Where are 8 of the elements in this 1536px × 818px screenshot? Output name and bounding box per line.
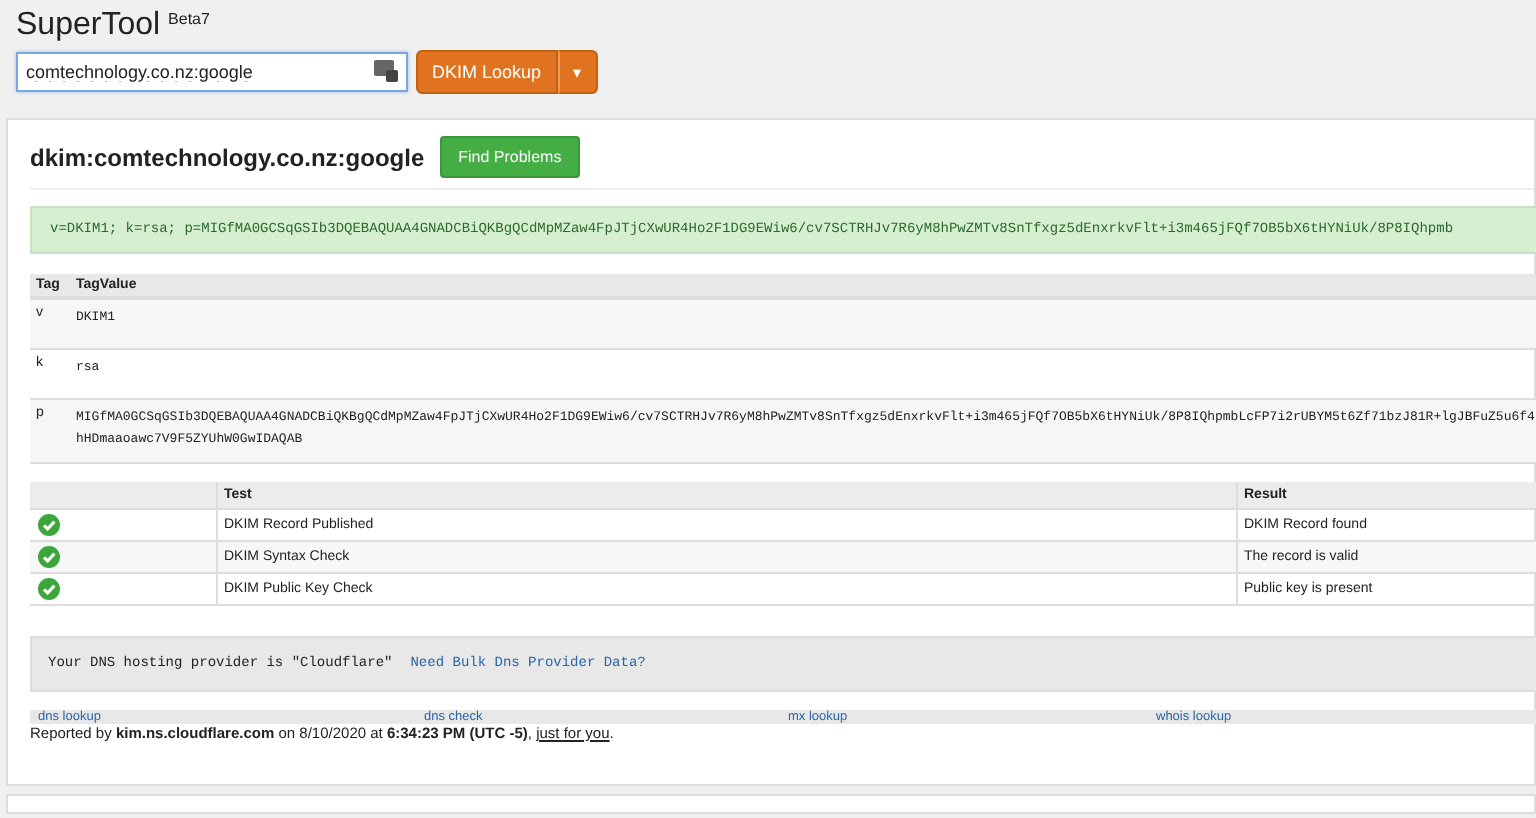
dropdown-button[interactable]: ▾ bbox=[557, 50, 598, 94]
version-label: Beta7 bbox=[168, 10, 210, 28]
search-field[interactable]: comtechnology.co.nz:google bbox=[16, 52, 408, 92]
keyboard-icon bbox=[374, 60, 398, 82]
lookup-button[interactable]: DKIM Lookup bbox=[416, 50, 558, 94]
find-problems-button[interactable]: Find Problems bbox=[440, 136, 580, 178]
app-title: SuperTool bbox=[16, 8, 161, 44]
result-heading: dkim:comtechnology.co.nz:google bbox=[30, 143, 425, 171]
